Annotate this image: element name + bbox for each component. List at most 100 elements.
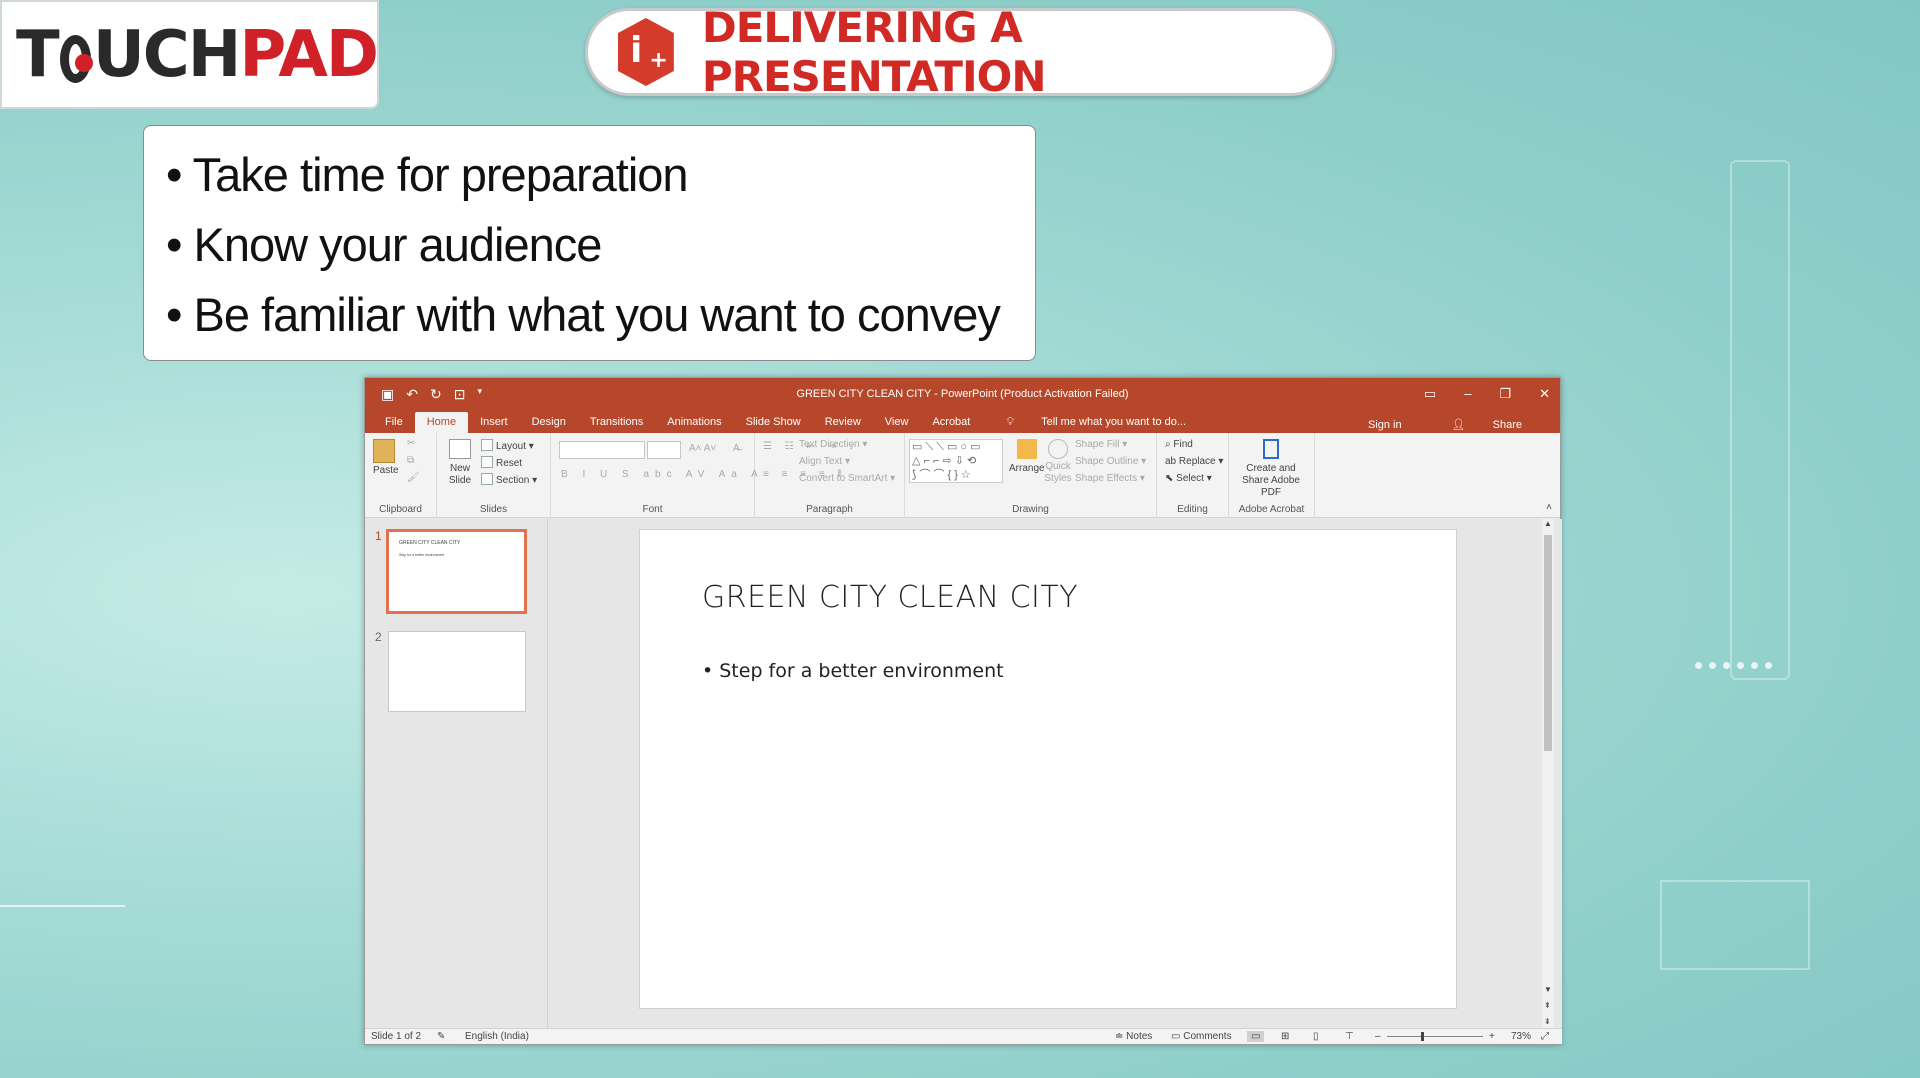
- font-size-dropdown[interactable]: [647, 441, 681, 459]
- format-painter-icon[interactable]: 🖌︎: [407, 472, 420, 483]
- bullet-item: Be familiar with what you want to convey: [166, 280, 1035, 350]
- lightbulb-icon: 💡︎: [1006, 416, 1015, 428]
- restore-icon[interactable]: ❐: [1499, 386, 1511, 402]
- convert-smartart-button[interactable]: Convert to SmartArt ▾: [799, 473, 895, 484]
- tips-bullet-list: Take time for preparation Know your audi…: [143, 125, 1036, 361]
- tab-transitions[interactable]: Transitions: [578, 412, 655, 433]
- shape-outline-button[interactable]: Shape Outline ▾: [1075, 456, 1146, 467]
- tell-me-search[interactable]: 💡︎ Tell me what you want to do...: [982, 412, 1210, 433]
- previous-slide-icon[interactable]: ⇞: [1544, 1001, 1551, 1010]
- bg-dots-decoration: [1695, 662, 1772, 669]
- arrange-icon: [1016, 439, 1037, 459]
- tab-acrobat[interactable]: Acrobat: [920, 412, 982, 433]
- section-icon: [481, 473, 493, 485]
- home-ribbon: Paste ✂ ⧉ 🖌︎ Clipboard New Slide Layout …: [365, 433, 1560, 518]
- copy-icon[interactable]: ⧉: [407, 455, 414, 466]
- comments-button[interactable]: ▭ Comments: [1171, 1031, 1232, 1042]
- slide-sorter-icon[interactable]: ⊞: [1281, 1031, 1289, 1042]
- align-text-button[interactable]: Align Text ▾: [799, 456, 850, 467]
- scroll-up-icon[interactable]: ▲: [1544, 519, 1552, 528]
- tab-design[interactable]: Design: [520, 412, 578, 433]
- find-button[interactable]: ⌕ Find: [1165, 439, 1193, 450]
- window-title: GREEN CITY CLEAN CITY - PowerPoint (Prod…: [796, 388, 1129, 400]
- create-share-pdf-button[interactable]: Create and Share Adobe PDF: [1233, 439, 1309, 499]
- bg-circuit-decoration: [1730, 160, 1790, 680]
- notes-button[interactable]: ≐ Notes: [1115, 1031, 1152, 1042]
- arrange-button[interactable]: Arrange: [1009, 439, 1045, 474]
- ribbon-display-icon[interactable]: ▭: [1424, 386, 1436, 402]
- thumbnail-number: 1: [375, 529, 382, 543]
- bullet-item: Know your audience: [166, 210, 1035, 280]
- select-button[interactable]: ⬉ Select ▾: [1165, 473, 1212, 484]
- paste-button[interactable]: Paste: [373, 439, 399, 476]
- shape-fill-button[interactable]: Shape Fill ▾: [1075, 439, 1127, 450]
- reading-view-icon[interactable]: ▯: [1313, 1031, 1319, 1042]
- font-name-dropdown[interactable]: [559, 441, 645, 459]
- replace-icon: ab: [1165, 456, 1177, 467]
- minimize-icon[interactable]: –: [1464, 386, 1471, 402]
- scroll-down-icon[interactable]: ▼: [1544, 985, 1552, 994]
- tab-animations[interactable]: Animations: [655, 412, 733, 433]
- thumbnail-title: GREEN CITY CLEAN CITY: [399, 540, 461, 546]
- slide-bullet[interactable]: • Step for a better environment: [702, 660, 1004, 682]
- clear-formatting-icon[interactable]: A̶: [733, 443, 740, 454]
- touch-o-icon: [59, 34, 93, 83]
- cursor-icon: ⬉: [1165, 473, 1174, 484]
- spelling-check-icon[interactable]: ✎: [437, 1031, 445, 1042]
- tab-home[interactable]: Home: [414, 412, 469, 433]
- zoom-slider[interactable]: [1387, 1032, 1483, 1041]
- layout-button[interactable]: Layout ▾: [481, 439, 534, 452]
- zoom-slider-thumb[interactable]: [1421, 1032, 1424, 1041]
- cut-icon[interactable]: ✂: [407, 438, 415, 449]
- zoom-in-icon[interactable]: +: [1489, 1031, 1495, 1042]
- slide-title[interactable]: GREEN CITY CLEAN CITY: [702, 580, 1078, 615]
- increase-font-icon[interactable]: A˄ A˅: [689, 443, 716, 454]
- page-title: DELIVERING A PRESENTATION: [701, 3, 1047, 101]
- language-indicator[interactable]: English (India): [465, 1031, 529, 1042]
- slides-group: New Slide Layout ▾ Reset Section ▾ Slide…: [437, 433, 551, 518]
- title-bar: ▣ ↶ ↻ ⊡ ▾ GREEN CITY CLEAN CITY - PowerP…: [365, 378, 1560, 412]
- tab-slide-show[interactable]: Slide Show: [734, 412, 813, 433]
- shapes-gallery[interactable]: ▭ ⟍ ⟍ ▭ ○ ▭ △ ⌐ ⌐ ⇨ ⇩ ⟲ ⟆ ⌒ ⌒ { } ☆: [909, 439, 1003, 483]
- vertical-scrollbar[interactable]: ▲ ▼ ⇞ ⇟: [1542, 519, 1554, 1030]
- normal-view-icon[interactable]: ▭: [1247, 1031, 1265, 1042]
- scroll-thumb[interactable]: [1544, 535, 1552, 751]
- zoom-out-icon[interactable]: –: [1375, 1031, 1381, 1042]
- quick-styles-button[interactable]: Quick Styles: [1043, 439, 1073, 485]
- thumbnail-number: 2: [375, 630, 382, 644]
- slide-count: Slide 1 of 2: [371, 1031, 422, 1042]
- tab-view[interactable]: View: [873, 412, 921, 433]
- new-slide-icon: [449, 439, 471, 459]
- bg-circuit-decoration: [1660, 880, 1810, 970]
- status-bar: Slide 1 of 2 ✎ English (India) ≐ Notes ▭…: [365, 1028, 1562, 1044]
- reset-button[interactable]: Reset: [481, 456, 522, 469]
- slide-thumbnail-pane: 1 GREEN CITY CLEAN CITY Step for a bette…: [365, 519, 548, 1030]
- fit-to-window-icon[interactable]: ⤢: [1541, 1031, 1549, 1042]
- next-slide-icon[interactable]: ⇟: [1544, 1017, 1551, 1026]
- section-button[interactable]: Section ▾: [481, 473, 537, 486]
- collapse-ribbon-icon[interactable]: ˄: [1546, 502, 1552, 513]
- powerpoint-window: ▣ ↶ ↻ ⊡ ▾ GREEN CITY CLEAN CITY - PowerP…: [364, 377, 1562, 1045]
- tab-review[interactable]: Review: [813, 412, 873, 433]
- page-title-banner: i + DELIVERING A PRESENTATION: [585, 3, 1335, 101]
- text-direction-button[interactable]: Text Direction ▾: [799, 439, 867, 450]
- new-slide-button[interactable]: New Slide: [445, 439, 475, 487]
- shape-effects-button[interactable]: Shape Effects ▾: [1075, 473, 1145, 484]
- zoom-level[interactable]: 73%: [1511, 1031, 1531, 1042]
- drawing-group: ▭ ⟍ ⟍ ▭ ○ ▭ △ ⌐ ⌐ ⇨ ⇩ ⟲ ⟆ ⌒ ⌒ { } ☆ Arrang…: [905, 433, 1157, 518]
- clipboard-icon: [373, 439, 395, 463]
- tab-file[interactable]: File: [373, 412, 415, 433]
- workspace: 1 GREEN CITY CLEAN CITY Step for a bette…: [365, 519, 1562, 1030]
- tab-insert[interactable]: Insert: [468, 412, 520, 433]
- close-icon[interactable]: ✕: [1539, 386, 1550, 402]
- slide-canvas[interactable]: GREEN CITY CLEAN CITY • Step for a bette…: [639, 529, 1457, 1009]
- slide-thumbnail-2[interactable]: [388, 631, 526, 712]
- slide-thumbnail-1[interactable]: GREEN CITY CLEAN CITY Step for a better …: [386, 529, 527, 614]
- search-icon: ⌕: [1165, 439, 1171, 450]
- reset-icon: [481, 456, 493, 468]
- replace-button[interactable]: ab Replace ▾: [1165, 456, 1223, 467]
- slideshow-view-icon[interactable]: ⊤: [1345, 1031, 1354, 1042]
- bg-circuit-decoration: [0, 905, 125, 907]
- quick-styles-icon: [1048, 439, 1068, 459]
- font-format-icons[interactable]: B I U S abc AV Aa A: [561, 469, 764, 480]
